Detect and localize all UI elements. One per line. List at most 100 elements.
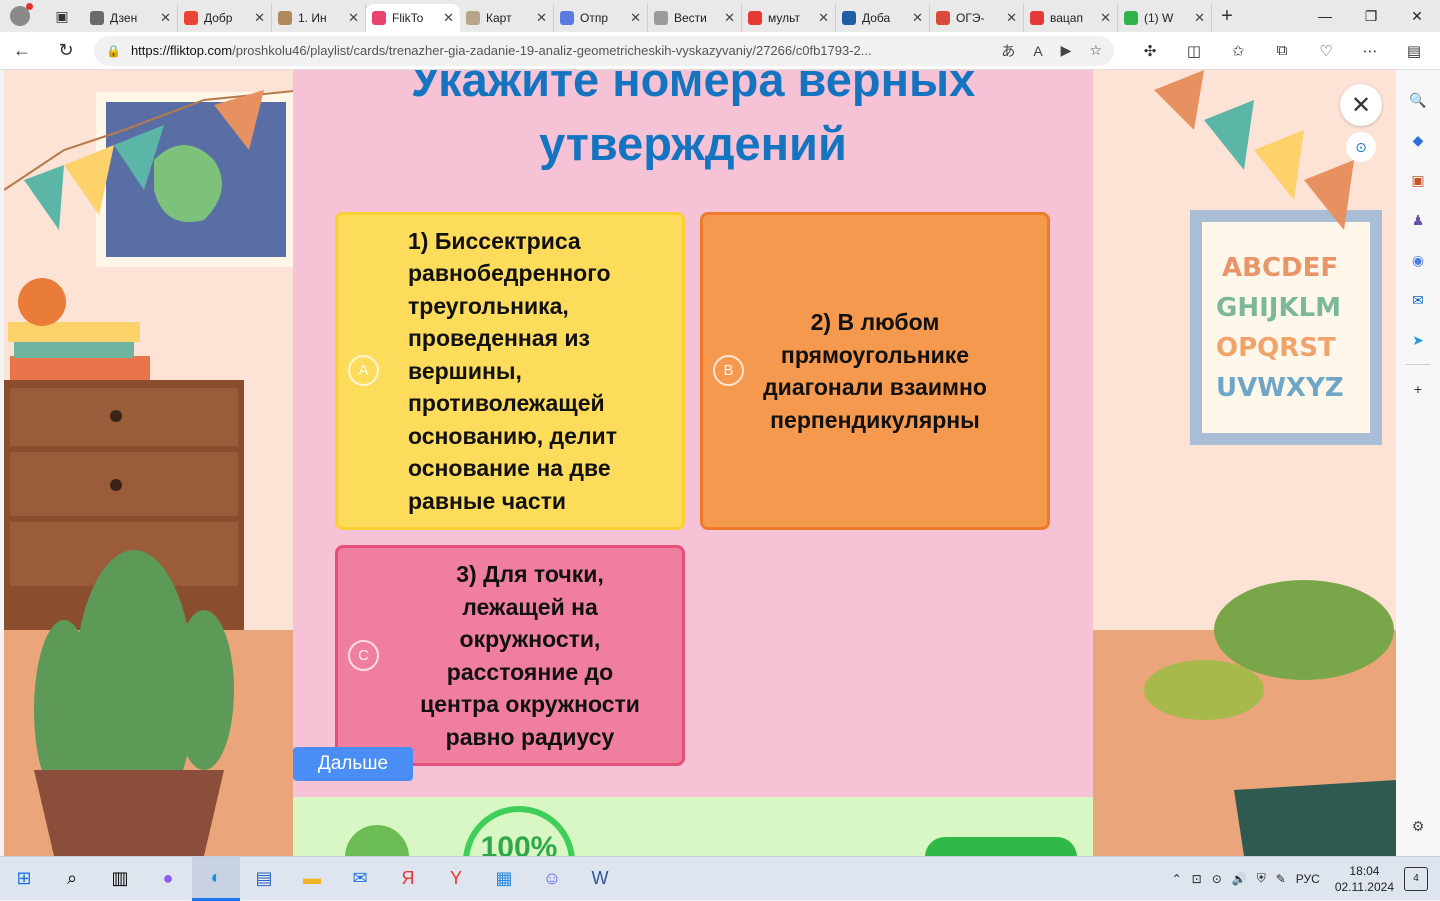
tab-actions-button[interactable]: ▣ xyxy=(40,8,84,25)
card-text-c: 3) Для точки, лежащей на окружности, рас… xyxy=(420,561,640,750)
card-text-b: 2) В любом прямоугольнике диагонали взаи… xyxy=(763,309,987,433)
task-view-icon[interactable]: ▥ xyxy=(96,857,144,901)
close-window-button[interactable]: ✕ xyxy=(1394,8,1440,25)
tab-favicon-icon xyxy=(842,11,856,25)
tab-close-icon[interactable]: ✕ xyxy=(348,10,359,26)
discord-icon[interactable]: ☺ xyxy=(528,857,576,901)
settings-more-icon[interactable]: ⋯ xyxy=(1348,42,1392,60)
sidebar-toggle-icon[interactable]: ▤ xyxy=(1392,42,1436,60)
focus-mode-icon[interactable]: ⊙ xyxy=(1346,132,1376,162)
tab-close-icon[interactable]: ✕ xyxy=(724,10,735,26)
browser-essentials-icon[interactable]: ♡ xyxy=(1304,42,1348,60)
url-field[interactable]: 🔒 https://fliktop.com/proshkolu46/playli… xyxy=(94,35,1114,66)
tab-label: Отпр xyxy=(580,11,609,25)
tab-favicon-icon xyxy=(936,11,950,25)
search-icon[interactable]: 🔍 xyxy=(1409,80,1426,120)
browser-tab[interactable]: мульт ✕ xyxy=(742,4,836,32)
mail-icon[interactable]: ✉ xyxy=(336,857,384,901)
add-sidebar-app-icon[interactable]: + xyxy=(1414,369,1422,409)
games-icon[interactable]: ♟ xyxy=(1412,200,1425,240)
tab-label: (1) W xyxy=(1144,11,1174,25)
browser-tab[interactable]: вацап ✕ xyxy=(1024,4,1118,32)
browser-tab[interactable]: Карт ✕ xyxy=(460,4,554,32)
tab-close-icon[interactable]: ✕ xyxy=(254,10,265,26)
tab-favicon-icon xyxy=(466,11,480,25)
browser-tab[interactable]: 1. Ин ✕ xyxy=(272,4,366,32)
split-screen-icon[interactable]: ◫ xyxy=(1172,42,1216,60)
alice-assistant-icon[interactable]: ● xyxy=(144,857,192,901)
tab-close-icon[interactable]: ✕ xyxy=(1006,10,1017,26)
taskbar-search-icon[interactable]: ⌕ xyxy=(48,857,96,901)
answer-card-b[interactable]: B 2) В любом прямоугольнике диагонали вз… xyxy=(700,212,1050,530)
tab-close-icon[interactable]: ✕ xyxy=(818,10,829,26)
new-tab-button[interactable]: + xyxy=(1212,5,1242,28)
word-icon[interactable]: W xyxy=(576,857,624,901)
answer-card-c[interactable]: C 3) Для точки, лежащей на окружности, р… xyxy=(335,545,685,766)
clock[interactable]: 18:04 02.11.2024 xyxy=(1335,863,1394,895)
restore-button[interactable]: ❐ xyxy=(1348,8,1394,25)
collections-icon[interactable]: ⧉ xyxy=(1260,42,1304,60)
notification-center-button[interactable]: 4 xyxy=(1404,866,1428,891)
tab-close-icon[interactable]: ✕ xyxy=(160,10,171,26)
browser-tab[interactable]: ОГЭ- ✕ xyxy=(930,4,1024,32)
volume-icon[interactable]: 🔊 xyxy=(1232,872,1247,886)
translate-icon[interactable]: あ xyxy=(1001,41,1015,61)
read-aloud-icon[interactable]: A xyxy=(1033,43,1042,59)
tab-close-icon[interactable]: ✕ xyxy=(1100,10,1111,26)
svg-text:ABCDEF: ABCDEF xyxy=(1222,253,1338,283)
tab-actions-icon: ▣ xyxy=(55,7,69,24)
minimize-button[interactable]: — xyxy=(1302,8,1348,25)
browser-tab[interactable]: (1) W ✕ xyxy=(1118,4,1212,32)
edge-browser-icon[interactable]: ◐ xyxy=(192,856,240,901)
app-available-icon[interactable]: ▶ xyxy=(1061,42,1072,59)
yandex-browser-icon[interactable]: Y xyxy=(432,857,480,901)
browser-tab[interactable]: Отпр ✕ xyxy=(554,4,648,32)
favorite-star-icon[interactable]: ☆ xyxy=(1089,42,1102,59)
copilot-icon[interactable]: ◉ xyxy=(1412,240,1424,280)
outlook-icon[interactable]: ✉ xyxy=(1412,280,1424,320)
defender-icon[interactable]: ⛨ xyxy=(1257,871,1266,886)
tools-briefcase-icon[interactable]: ▣ xyxy=(1411,160,1424,200)
meet-icon[interactable]: ⊙ xyxy=(1212,872,1222,886)
tab-close-icon[interactable]: ✕ xyxy=(443,10,454,26)
close-icon[interactable]: ✕ xyxy=(1340,84,1382,126)
browser-tab[interactable]: Добр ✕ xyxy=(178,4,272,32)
language-indicator[interactable]: РУС xyxy=(1296,872,1320,886)
browser-tab[interactable]: Вести ✕ xyxy=(648,4,742,32)
tray-chevron-icon[interactable]: ⌃ xyxy=(1172,872,1182,886)
yandex-icon[interactable]: Я xyxy=(384,857,432,901)
file-manager-icon[interactable]: ▤ xyxy=(240,857,288,901)
tab-label: 1. Ин xyxy=(298,11,327,25)
gear-icon[interactable]: ⚙ xyxy=(1412,806,1425,846)
lock-icon: 🔒 xyxy=(106,43,121,58)
pen-icon[interactable]: ✎ xyxy=(1276,872,1286,886)
tab-close-icon[interactable]: ✕ xyxy=(1194,10,1205,26)
back-button[interactable]: ← xyxy=(0,40,44,61)
explorer-folder-icon[interactable]: ▬ xyxy=(288,857,336,901)
tab-favicon-icon xyxy=(90,11,104,25)
tab-close-icon[interactable]: ✕ xyxy=(630,10,641,26)
answer-card-a[interactable]: A 1) Биссектриса равнобедренного треугол… xyxy=(335,212,685,530)
page-content: ABCDEF GHIJKLM OPQRST UVWXYZ Укажите ном… xyxy=(4,70,1396,856)
telegram-icon[interactable]: ➤ xyxy=(1412,320,1424,360)
favorites-icon[interactable]: ✩ xyxy=(1216,42,1260,60)
windows-taskbar: ⊞ ⌕ ▥ ● ◐ ▤ ▬ ✉ Я Y ▦ ☺ W ⌃ ⊡ ⊙ 🔊 ⛨ ✎ РУ… xyxy=(0,856,1440,901)
refresh-button[interactable]: ↻ xyxy=(44,40,88,61)
extensions-icon[interactable]: ✣ xyxy=(1128,42,1172,60)
tab-label: Вести xyxy=(674,11,707,25)
profile-button[interactable] xyxy=(0,0,40,32)
tab-close-icon[interactable]: ✕ xyxy=(912,10,923,26)
start-button[interactable]: ⊞ xyxy=(0,857,48,901)
browser-tab[interactable]: Доба ✕ xyxy=(836,4,930,32)
tab-favicon-icon xyxy=(654,11,668,25)
toolbar-icons: ✣ ◫ ✩ ⧉ ♡ ⋯ ▤ xyxy=(1128,42,1436,60)
browser-tab[interactable]: FlikTo ✕ xyxy=(366,4,460,32)
shopping-tag-icon[interactable]: ◆ xyxy=(1413,120,1424,160)
network-icon[interactable]: ⊡ xyxy=(1192,872,1202,886)
store-icon[interactable]: ▦ xyxy=(480,857,528,901)
tab-label: мульт xyxy=(768,11,800,25)
next-button[interactable]: Дальше xyxy=(293,747,413,781)
tab-close-icon[interactable]: ✕ xyxy=(536,10,547,26)
browser-tab[interactable]: Дзен ✕ xyxy=(84,4,178,32)
promo-button[interactable] xyxy=(925,837,1077,856)
